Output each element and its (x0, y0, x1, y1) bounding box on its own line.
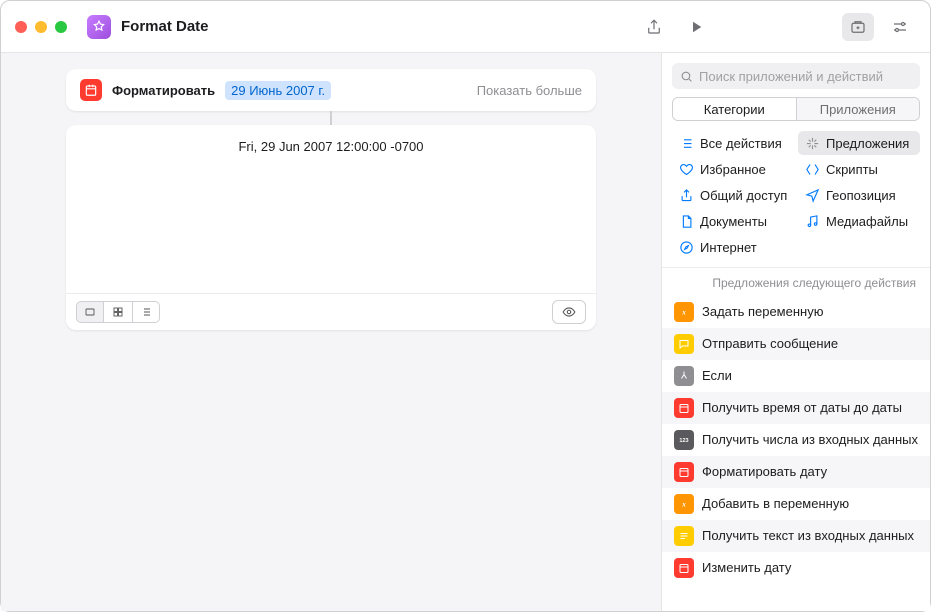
cal-icon (674, 398, 694, 418)
view-mode-single-button[interactable] (76, 301, 104, 323)
suggestion-label: Изменить дату (702, 560, 791, 576)
suggestion-item[interactable]: Получить время от даты до даты (662, 392, 930, 424)
svg-text:123: 123 (679, 438, 688, 444)
action-search[interactable] (672, 63, 920, 89)
view-mode-list-button[interactable] (132, 301, 160, 323)
txt-icon (674, 526, 694, 546)
search-icon (680, 70, 693, 83)
format-date-action[interactable]: Форматировать 29 Июнь 2007 г. Показать б… (66, 69, 596, 111)
category-heart[interactable]: Избранное (672, 157, 794, 181)
workflow-canvas[interactable]: Форматировать 29 Июнь 2007 г. Показать б… (1, 53, 661, 611)
view-mode-grid-button[interactable] (104, 301, 132, 323)
close-window-button[interactable] (15, 21, 27, 33)
msg-icon (674, 334, 694, 354)
category-sparkle[interactable]: Предложения (798, 131, 920, 155)
svg-text:x: x (681, 309, 686, 317)
category-label: Общий доступ (700, 188, 787, 203)
suggestion-label: Получить текст из входных данных (702, 528, 914, 544)
quicklook-button[interactable] (552, 300, 586, 324)
category-safari[interactable]: Интернет (672, 235, 794, 259)
tab-apps[interactable]: Приложения (796, 98, 920, 120)
suggestion-item[interactable]: x Добавить в переменную (662, 488, 930, 520)
category-share[interactable]: Общий доступ (672, 183, 794, 207)
suggestion-label: Если (702, 368, 732, 384)
suggestion-label: Задать переменную (702, 304, 823, 320)
window-controls (15, 21, 67, 33)
svg-text:x: x (681, 501, 686, 509)
show-more-button[interactable]: Показать больше (477, 83, 582, 98)
toolbar: Format Date (1, 1, 930, 53)
cal-icon (674, 462, 694, 482)
sparkle-icon (804, 135, 820, 151)
action-label: Форматировать (112, 83, 215, 98)
output-preview: Fri, 29 Jun 2007 12:00:00 -0700 (66, 125, 596, 293)
suggestion-label: Добавить в переменную (702, 496, 849, 512)
suggestion-label: Форматировать дату (702, 464, 827, 480)
suggestion-item[interactable]: 123 Получить числа из входных данных (662, 424, 930, 456)
category-label: Документы (700, 214, 767, 229)
library-tabs: Категории Приложения (672, 97, 920, 121)
zoom-window-button[interactable] (55, 21, 67, 33)
music-icon (804, 213, 820, 229)
calendar-icon (80, 79, 102, 101)
location-icon (804, 187, 820, 203)
category-label: Скрипты (826, 162, 878, 177)
category-script[interactable]: Скрипты (798, 157, 920, 181)
doc-icon (678, 213, 694, 229)
run-button[interactable] (680, 13, 712, 41)
cal-icon (674, 558, 694, 578)
num-icon: 123 (674, 430, 694, 450)
suggestions-header: Предложения следующего действия (662, 267, 930, 296)
suggestion-item[interactable]: Изменить дату (662, 552, 930, 584)
category-label: Все действия (700, 136, 782, 151)
category-music[interactable]: Медиафайлы (798, 209, 920, 233)
category-label: Геопозиция (826, 188, 896, 203)
settings-toggle-button[interactable] (884, 13, 916, 41)
main-split: Форматировать 29 Июнь 2007 г. Показать б… (1, 53, 930, 611)
suggestion-item[interactable]: Если (662, 360, 930, 392)
action-search-input[interactable] (699, 69, 912, 84)
window-title: Format Date (121, 18, 628, 35)
minimize-window-button[interactable] (35, 21, 47, 33)
share-button[interactable] (638, 13, 670, 41)
heart-icon (678, 161, 694, 177)
tab-categories[interactable]: Категории (673, 98, 796, 120)
library-toggle-button[interactable] (842, 13, 874, 41)
inspector-panel: Категории Приложения Все действия Предлож… (661, 53, 930, 611)
suggestion-item[interactable]: x Задать переменную (662, 296, 930, 328)
category-location[interactable]: Геопозиция (798, 183, 920, 207)
suggestion-label: Получить числа из входных данных (702, 432, 918, 448)
list-icon (678, 135, 694, 151)
suggestion-item[interactable]: Отправить сообщение (662, 328, 930, 360)
safari-icon (678, 239, 694, 255)
script-icon (804, 161, 820, 177)
suggestion-label: Отправить сообщение (702, 336, 838, 352)
var-icon: x (674, 494, 694, 514)
date-token[interactable]: 29 Июнь 2007 г. (225, 81, 331, 100)
category-doc[interactable]: Документы (672, 209, 794, 233)
suggestion-item[interactable]: Получить текст из входных данных (662, 520, 930, 552)
category-list[interactable]: Все действия (672, 131, 794, 155)
var-icon: x (674, 302, 694, 322)
share-icon (678, 187, 694, 203)
suggestion-label: Получить время от даты до даты (702, 400, 902, 416)
connector-line (330, 111, 332, 125)
shortcut-app-icon (87, 15, 111, 39)
output-text: Fri, 29 Jun 2007 12:00:00 -0700 (238, 139, 423, 154)
category-label: Избранное (700, 162, 766, 177)
output-toolbar (66, 293, 596, 330)
category-label: Предложения (826, 136, 909, 151)
category-label: Интернет (700, 240, 757, 255)
category-label: Медиафайлы (826, 214, 908, 229)
category-grid: Все действия Предложения Избранное Скрипты О… (662, 131, 930, 267)
suggestion-item[interactable]: Форматировать дату (662, 456, 930, 488)
suggestions-list: x Задать переменную Отправить сообщение Есл… (662, 296, 930, 611)
branch-icon (674, 366, 694, 386)
